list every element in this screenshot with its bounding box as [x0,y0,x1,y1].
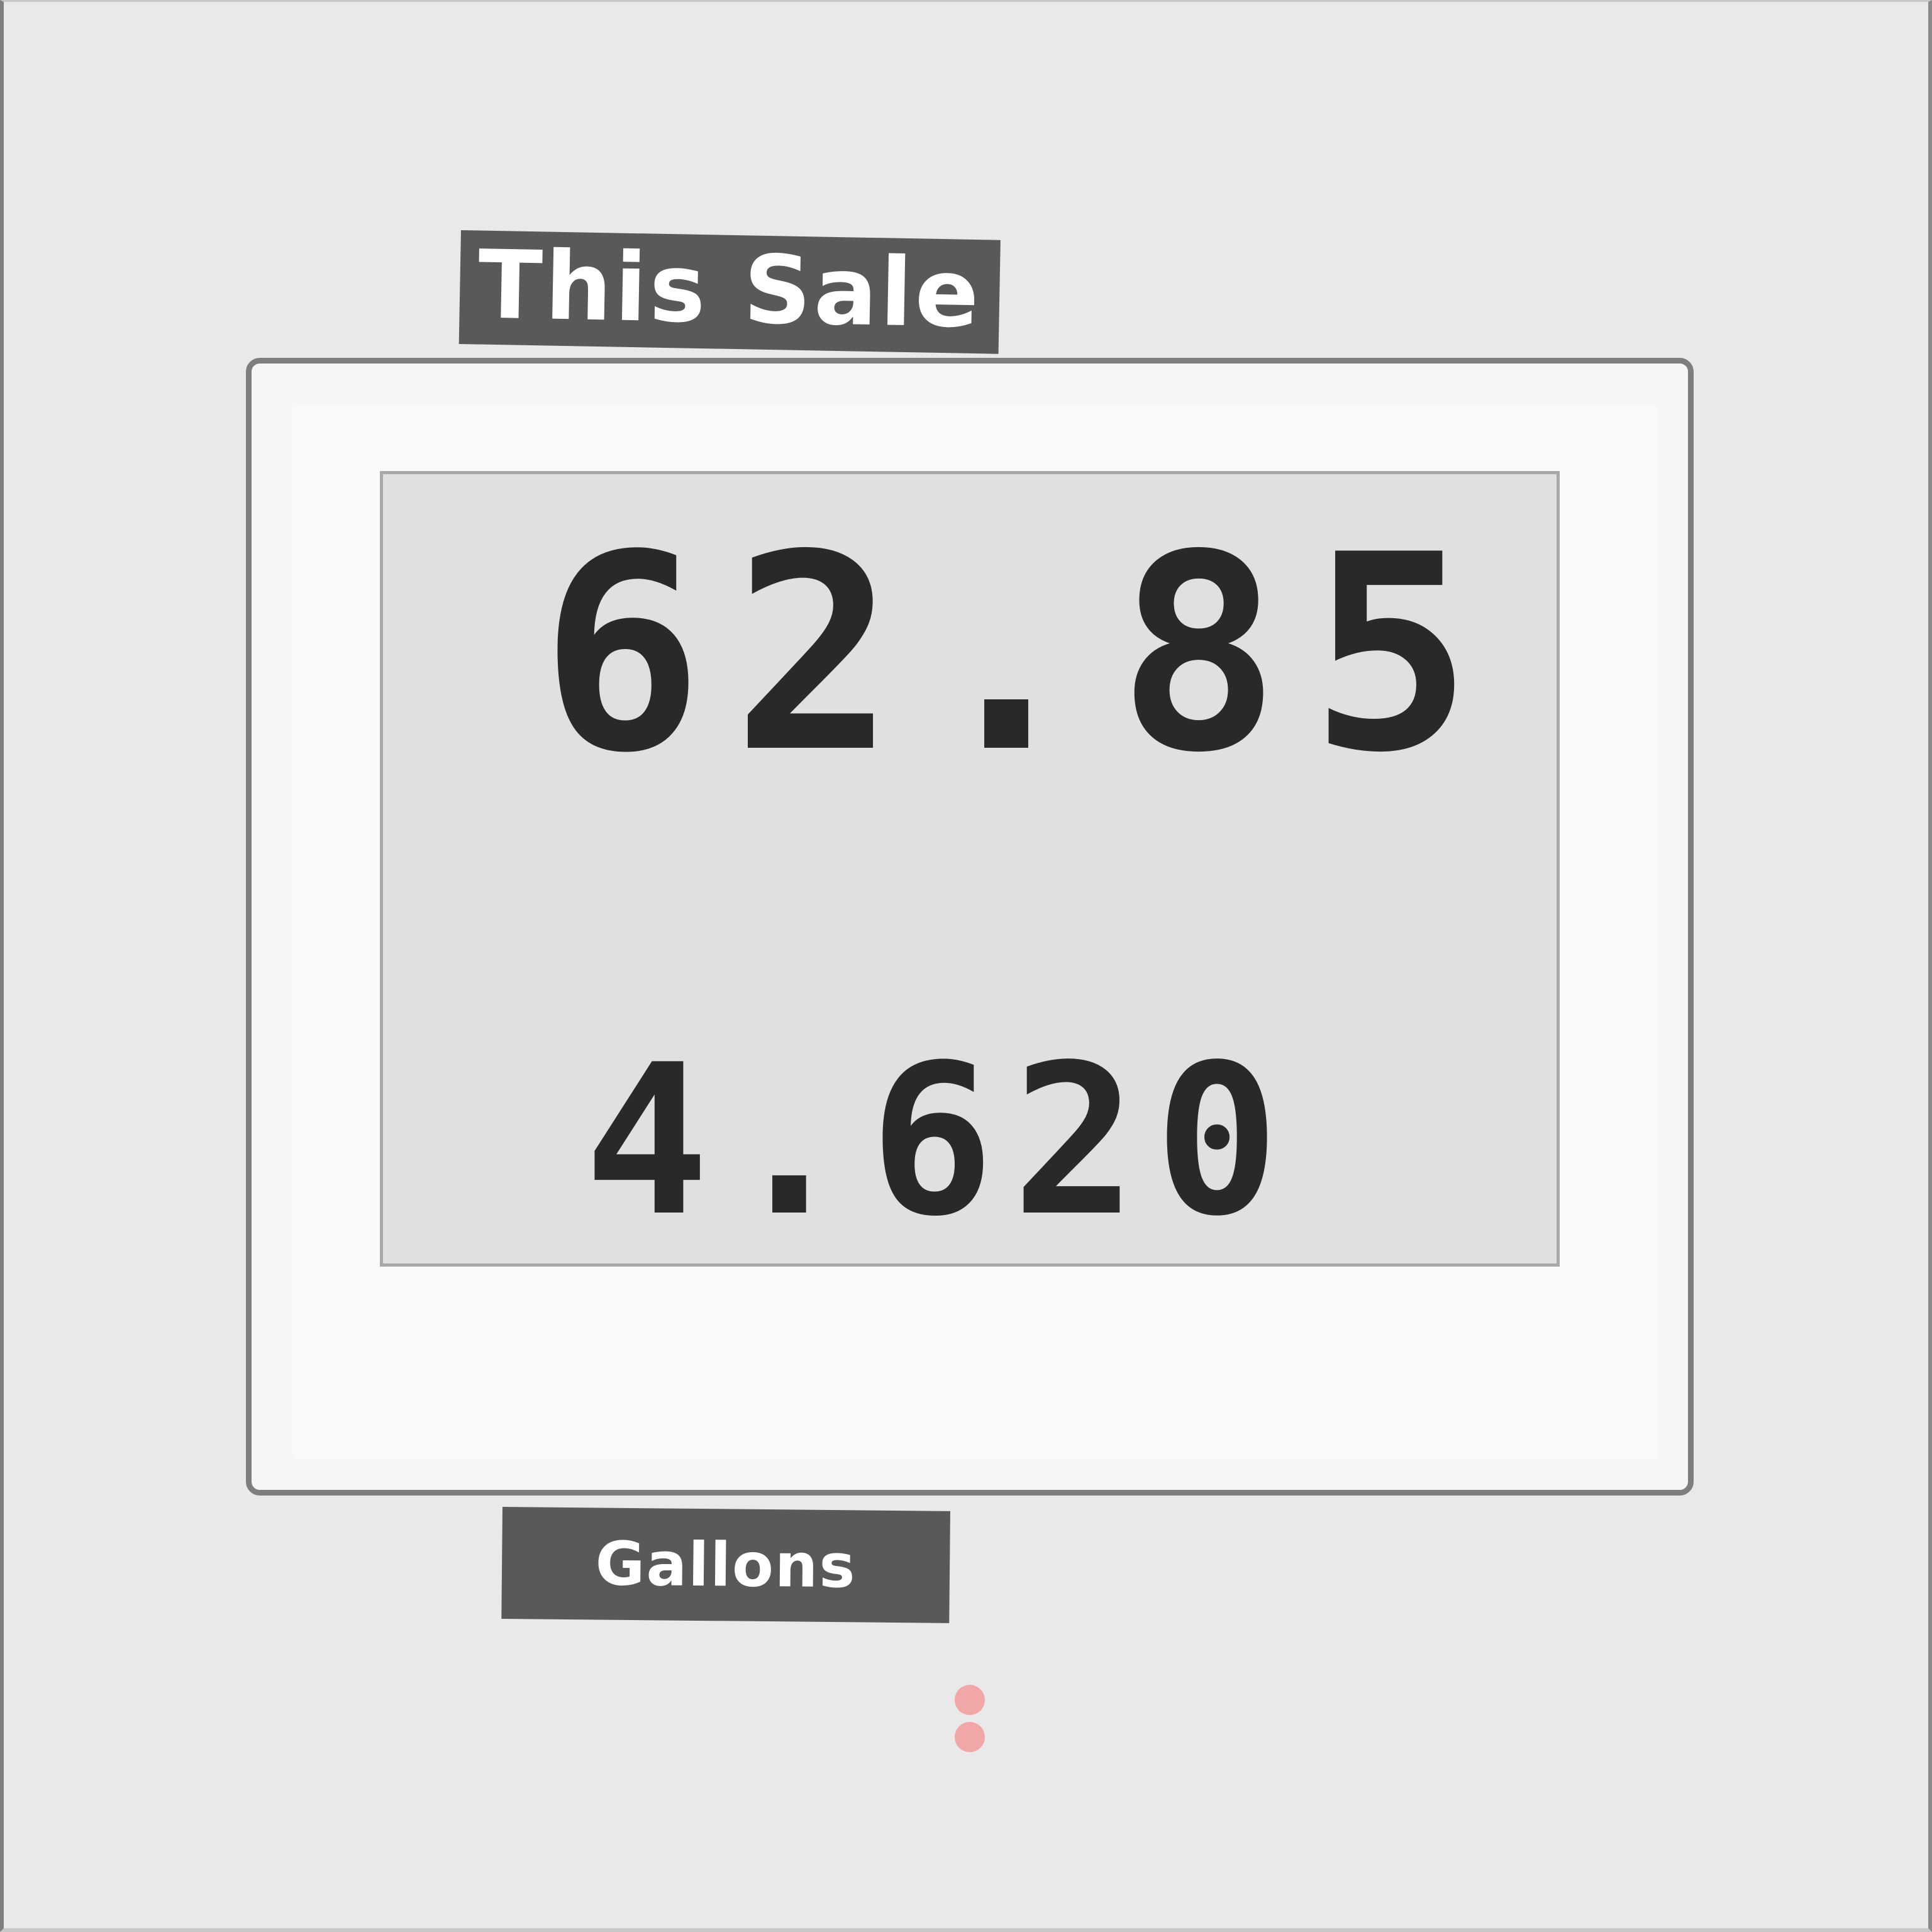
digital-display: 62.85 4.620 [380,471,1560,1267]
pump-face: This Sale 62.85 4.620 Gallons [0,0,1932,1932]
gallons-label: Gallons [501,1507,950,1623]
gallons-readout: 4.620 [584,1020,1297,1262]
sale-amount-readout: 62.85 [540,497,1502,812]
this-sale-label: This Sale [458,230,1001,354]
indicator-light-2 [955,1722,985,1752]
indicator-light-1 [955,1685,985,1715]
